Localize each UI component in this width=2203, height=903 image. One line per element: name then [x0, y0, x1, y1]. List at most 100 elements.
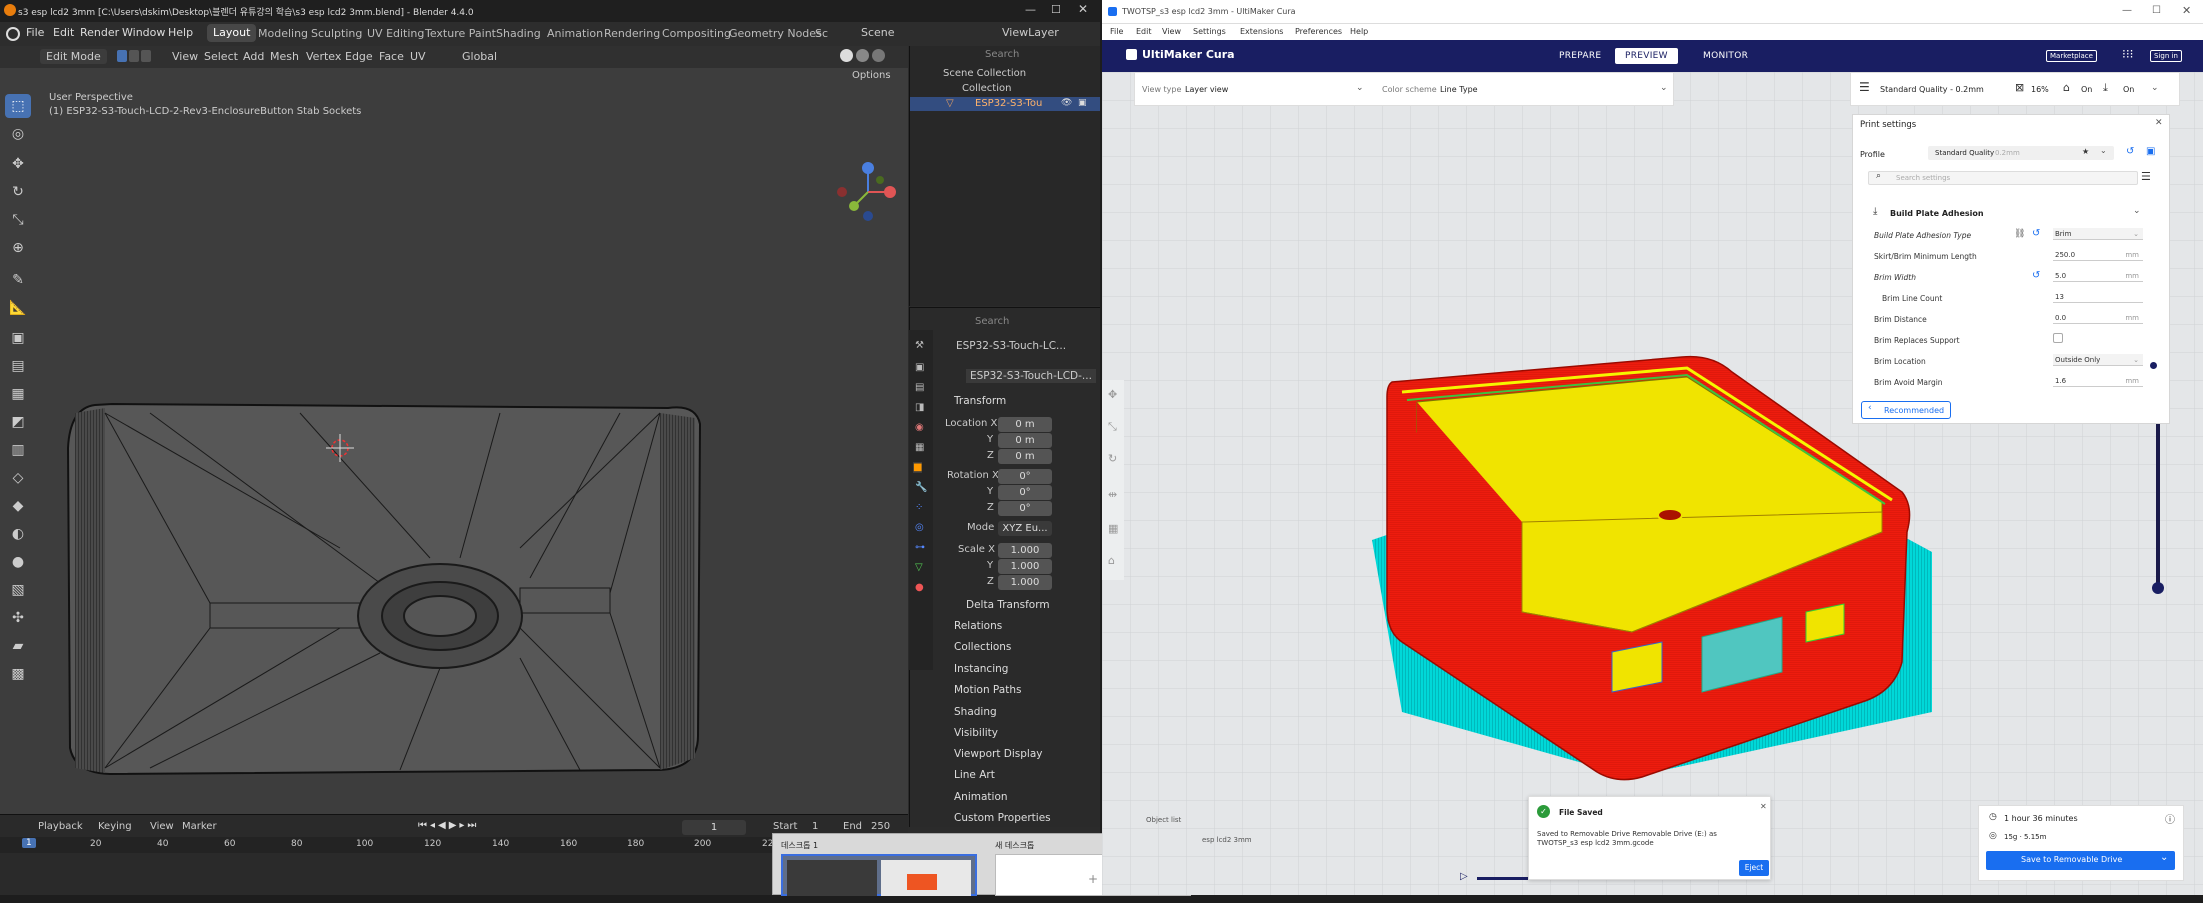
eject-button[interactable]: Eject	[1739, 860, 1769, 876]
cura-menu-help[interactable]: Help	[1350, 27, 1368, 36]
setting-adhesion-type-select[interactable]: Brim ⌄	[2053, 228, 2143, 240]
scene-collection-label[interactable]: Scene Collection	[943, 68, 1026, 79]
menu-edit[interactable]: Edit	[53, 26, 74, 39]
rotation-y-field[interactable]: 0°	[998, 485, 1052, 500]
inset-tool-icon[interactable]: ▦	[5, 382, 31, 406]
end-frame-field[interactable]: 250	[871, 821, 890, 832]
print-settings-close-icon[interactable]: ✕	[2155, 118, 2163, 128]
object-list-toggle[interactable]: Object list	[1146, 816, 1181, 824]
outliner-object-row[interactable]: ESP32-S3-Tou	[975, 98, 1042, 109]
rotation-mode-select[interactable]: XYZ Eu...	[998, 521, 1052, 536]
properties-object-name[interactable]: ESP32-S3-Touch-LC...	[956, 340, 1066, 352]
desktop-2-label[interactable]: 새 데스크톱	[995, 840, 1034, 851]
mode-selector[interactable]: Edit Mode	[40, 49, 107, 64]
timeline-menu-keying[interactable]: Keying	[98, 821, 132, 832]
timeline-menu-playback[interactable]: Playback	[38, 821, 83, 832]
render-tab-icon[interactable]: ▣	[915, 362, 924, 373]
render-camera-icon[interactable]: ▣	[1078, 98, 1087, 108]
tab-modeling[interactable]: Modeling	[258, 27, 308, 40]
blender-menu-logo-icon[interactable]	[6, 27, 20, 41]
layer-slider-bottom-handle[interactable]	[2152, 582, 2164, 594]
timeline-menu-marker[interactable]: Marker	[182, 821, 217, 832]
layer-play-icon[interactable]: ▷	[1460, 871, 1468, 882]
add-cube-tool-icon[interactable]: ▣	[5, 326, 31, 350]
3d-viewport[interactable]: User Perspective (1) ESP32-S3-Touch-LCD-…	[0, 68, 908, 814]
poly-build-tool-icon[interactable]: ◆	[5, 494, 31, 518]
knife-tool-icon[interactable]: ◇	[5, 466, 31, 490]
viewport-display-panel-header[interactable]: Viewport Display	[954, 748, 1042, 760]
viewlayer-selector[interactable]: ViewLayer	[1002, 26, 1059, 39]
current-frame-field[interactable]: 1	[682, 820, 746, 835]
shear-tool-icon[interactable]: ▰	[5, 634, 31, 658]
save-profile-icon[interactable]: ▣	[2146, 146, 2155, 157]
scale-z-field[interactable]: 1.000	[998, 575, 1052, 590]
view-type-chevron-icon[interactable]: ⌄	[1356, 83, 1364, 93]
stage-preview[interactable]: PREVIEW	[1615, 48, 1678, 64]
select-mode-face-icon[interactable]	[141, 50, 151, 62]
cura-menu-edit[interactable]: Edit	[1136, 27, 1152, 36]
menu-render[interactable]: Render	[80, 26, 119, 39]
tab-texture-paint[interactable]: Texture Paint	[425, 27, 496, 40]
location-x-field[interactable]: 0 m	[998, 417, 1052, 432]
stage-monitor[interactable]: MONITOR	[1693, 48, 1758, 64]
tab-layout[interactable]: Layout	[207, 24, 257, 42]
extrude-tool-icon[interactable]: ▤	[5, 354, 31, 378]
cura-rotate-tool-icon[interactable]: ↻	[1108, 452, 1117, 465]
object-tab-icon[interactable]: ■	[913, 462, 923, 473]
favorite-star-icon[interactable]: ★	[2082, 147, 2089, 156]
setting-brim-width-field[interactable]: 5.0 mm	[2053, 270, 2143, 282]
cura-menu-view[interactable]: View	[1162, 27, 1181, 36]
data-tab-icon[interactable]: ▽	[915, 562, 923, 573]
header-menu-view[interactable]: View	[172, 50, 198, 63]
delta-transform-header[interactable]: Delta Transform	[966, 599, 1050, 611]
cura-menu-preferences[interactable]: Preferences	[1295, 27, 1342, 36]
viewport-shading-rendered-icon[interactable]	[872, 49, 885, 62]
rotation-z-field[interactable]: 0°	[998, 501, 1052, 516]
header-menu-add[interactable]: Add	[243, 50, 264, 63]
line-art-panel-header[interactable]: Line Art	[954, 769, 995, 781]
cura-menu-extensions[interactable]: Extensions	[1240, 27, 1283, 36]
setting-brim-avoid-margin-field[interactable]: 1.6 mm	[2053, 375, 2143, 387]
view-layer-tab-icon[interactable]: ◨	[915, 402, 924, 413]
cura-minimize-button[interactable]: —	[2122, 5, 2132, 16]
header-menu-edge[interactable]: Edge	[345, 50, 373, 63]
location-y-field[interactable]: 0 m	[998, 433, 1052, 448]
start-frame-field[interactable]: 1	[812, 821, 818, 832]
tab-uv-editing[interactable]: UV Editing	[367, 27, 424, 40]
info-icon[interactable]: ⓘ	[2165, 811, 2175, 826]
sign-in-button[interactable]: Sign in	[2150, 50, 2182, 62]
play-controls-icon[interactable]: ⏮◂◀▶▸⏭	[418, 820, 479, 831]
relations-panel-header[interactable]: Relations	[954, 620, 1002, 632]
scale-x-field[interactable]: 1.000	[998, 543, 1052, 558]
toast-close-icon[interactable]: ✕	[1760, 802, 1767, 811]
quality-label[interactable]: Standard Quality - 0.2mm	[1880, 85, 1984, 94]
orientation-selector[interactable]: Global	[462, 50, 497, 63]
tab-sculpting[interactable]: Sculpting	[311, 27, 362, 40]
visibility-panel-header[interactable]: Visibility	[954, 727, 998, 739]
shrink-tool-icon[interactable]: ✣	[5, 606, 31, 630]
rotate-tool-icon[interactable]: ↻	[5, 180, 31, 204]
save-options-chevron-icon[interactable]: ⌄	[2160, 852, 2168, 863]
brim-replaces-support-checkbox[interactable]	[2053, 333, 2063, 343]
setting-brim-line-count-field[interactable]: 13	[2053, 291, 2143, 303]
cura-menu-file[interactable]: File	[1110, 27, 1123, 36]
select-mode-edge-icon[interactable]	[129, 50, 139, 62]
scale-tool-icon[interactable]: ⤡	[5, 208, 31, 232]
desktop-1-thumbnail[interactable]	[781, 854, 977, 896]
scale-y-field[interactable]: 1.000	[998, 559, 1052, 574]
spin-tool-icon[interactable]: ◐	[5, 522, 31, 546]
output-tab-icon[interactable]: ▤	[915, 382, 924, 393]
custom-properties-panel-header[interactable]: Custom Properties	[954, 812, 1051, 824]
tab-scripting[interactable]: Sc	[815, 27, 828, 40]
annotate-tool-icon[interactable]: ✎	[5, 268, 31, 292]
loop-cut-tool-icon[interactable]: ▥	[5, 438, 31, 462]
properties-search[interactable]: Search	[975, 316, 1009, 327]
cura-maximize-button[interactable]: ☐	[2152, 5, 2161, 16]
tab-shading[interactable]: Shading	[496, 27, 541, 40]
collections-panel-header[interactable]: Collections	[954, 641, 1011, 653]
visibility-eye-icon[interactable]: 👁	[1061, 98, 1072, 108]
header-menu-uv[interactable]: UV	[410, 50, 426, 63]
menu-window[interactable]: Window	[122, 26, 165, 39]
scene-selector[interactable]: Scene	[861, 26, 895, 39]
cura-move-tool-icon[interactable]: ✥	[1108, 388, 1117, 401]
